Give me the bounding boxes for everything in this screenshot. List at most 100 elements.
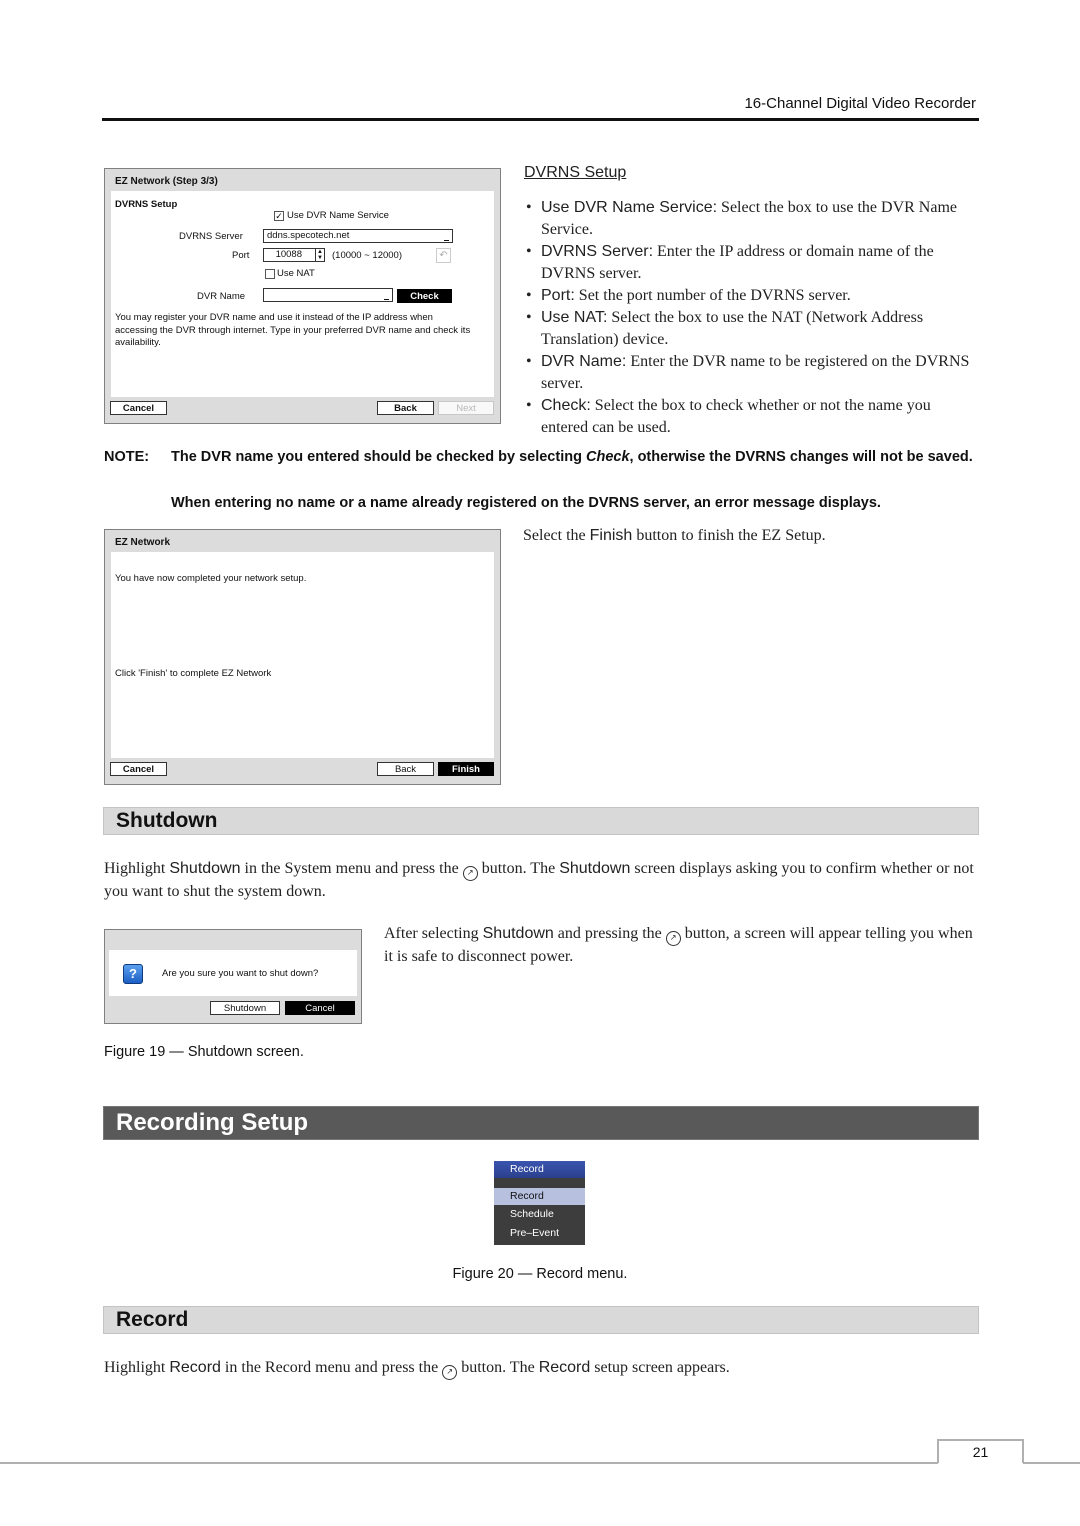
section-title: Record	[116, 1308, 189, 1331]
bullet-term: Use NAT:	[541, 309, 608, 326]
menu-item-label: Record	[510, 1190, 544, 1202]
note-text-1: The DVR name you entered should be check…	[171, 448, 981, 467]
text: button. The	[457, 1359, 539, 1376]
text: in the System menu and press the	[240, 860, 463, 877]
port-value: 10088	[275, 249, 302, 260]
menu-item-schedule[interactable]: Schedule	[494, 1206, 585, 1223]
dvrns-bullet-list: • Use DVR Name Service: Select the box to…	[524, 197, 979, 439]
dvr-name-label: DVR Name	[197, 291, 246, 302]
record-paragraph: Highlight Record in the Record menu and …	[104, 1357, 980, 1380]
record-menu: Record Record Schedule Pre–Event	[494, 1161, 585, 1245]
next-button[interactable]: Next	[438, 401, 494, 415]
window-title: EZ Network	[115, 537, 171, 548]
chapter-title: Recording Setup	[116, 1109, 309, 1136]
menu-item-label: Pre–Event	[510, 1227, 560, 1239]
checkmark-icon: ✓	[275, 211, 283, 221]
figure-20-caption: Figure 20 — Record menu.	[452, 1266, 628, 1282]
menu-title-text: Record	[510, 1163, 544, 1175]
use-nat-checkbox[interactable]	[265, 269, 275, 279]
note-label: NOTE:	[104, 449, 150, 465]
text-cursor	[444, 240, 449, 241]
dvr-name-input[interactable]	[263, 288, 393, 302]
header-rule	[102, 118, 979, 121]
dvrns-setup-heading: DVRNS Setup	[524, 164, 627, 181]
dvrns-server-input[interactable]: ddns.specotech.net	[263, 229, 453, 243]
note-emphasis: Check	[585, 449, 630, 465]
port-input[interactable]: 10088	[263, 248, 316, 262]
window-body: You have now completed your network setu…	[111, 552, 494, 758]
use-dvrns-checkbox[interactable]: ✓	[274, 211, 284, 221]
bullet-term: DVR Name:	[541, 353, 627, 370]
window-body: DVRNS Setup ✓ Use DVR Name Service DVRNS…	[111, 191, 494, 397]
bullet-item: • Use NAT: Select the box to use the NAT …	[524, 307, 979, 351]
menu-item-pre-event[interactable]: Pre–Event	[494, 1225, 585, 1242]
bullet-icon: •	[526, 199, 532, 216]
term: Record	[169, 1359, 221, 1376]
note-text-2: When entering no name or a name already …	[171, 495, 881, 511]
port-spinner-icon[interactable]: ▲ ▼	[315, 248, 325, 262]
shutdown-dialog: ? Are you sure you want to shut down? Sh…	[104, 929, 362, 1024]
cancel-button[interactable]: Cancel	[285, 1001, 355, 1015]
text: button to finish the EZ Setup.	[632, 527, 826, 544]
record-menu-title: Record	[494, 1161, 585, 1178]
dialog-body: ? Are you sure you want to shut down?	[109, 950, 357, 996]
finish-button[interactable]: Finish	[438, 762, 494, 776]
question-icon: ?	[123, 964, 143, 984]
bullet-desc: Select the box to check whether or not t…	[541, 397, 931, 436]
info-text: You may register your DVR name and use i…	[115, 312, 471, 348]
bullet-icon: •	[526, 243, 532, 260]
bullet-term: Use DVR Name Service:	[541, 199, 718, 216]
enter-button-icon: ↗	[665, 931, 681, 946]
back-button[interactable]: Back	[377, 762, 434, 776]
ez-network-step3-window: EZ Network (Step 3/3) DVRNS Setup ✓ Use …	[104, 168, 501, 424]
recording-setup-heading: Recording Setup	[103, 1106, 979, 1140]
bullet-item: • DVR Name: Enter the DVR name to be regi…	[524, 351, 979, 395]
footer-line-right	[1023, 1462, 1080, 1464]
shutdown-paragraph-2: After selecting Shutdown and pressing th…	[384, 923, 980, 968]
shutdown-paragraph-1: Highlight Shutdown in the System menu an…	[104, 858, 980, 903]
bullet-icon: •	[526, 397, 532, 414]
shutdown-section-heading: Shutdown	[103, 807, 979, 835]
text: in the Record menu and press the	[220, 1359, 443, 1376]
record-section-heading: Record	[103, 1306, 979, 1334]
text: Highlight	[104, 860, 170, 877]
dvrns-server-value: ddns.specotech.net	[267, 230, 350, 241]
use-dvrns-label: Use DVR Name Service	[287, 210, 389, 221]
finish-instruction: Click 'Finish' to complete EZ Network	[115, 668, 272, 679]
bullet-term: DVRNS Server:	[541, 243, 654, 260]
bullet-term: Check:	[541, 397, 591, 414]
term: Shutdown	[482, 925, 554, 942]
menu-item-record[interactable]: Record	[494, 1188, 585, 1205]
bullet-term: Port:	[541, 287, 575, 304]
bullet-icon: •	[526, 353, 532, 370]
dvrns-server-label: DVRNS Server	[179, 231, 243, 242]
section-title: Shutdown	[116, 809, 218, 832]
menu-item-label: Schedule	[510, 1208, 554, 1220]
section-label: DVRNS Setup	[115, 199, 178, 210]
check-button[interactable]: Check	[397, 289, 452, 303]
bullet-item: • Check: Select the box to check whether …	[524, 395, 979, 439]
footer-line-left	[0, 1462, 938, 1464]
text: setup screen appears.	[590, 1359, 730, 1376]
text-cursor	[384, 299, 389, 300]
term: Record	[538, 1359, 591, 1376]
back-button[interactable]: Back	[377, 401, 434, 415]
bullet-item: • Use DVR Name Service: Select the box to…	[524, 197, 979, 241]
ez-network-finish-window: EZ Network You have now completed your n…	[104, 529, 501, 785]
term: Shutdown	[169, 860, 241, 877]
term: Shutdown	[559, 860, 631, 877]
bullet-item: • DVRNS Server: Enter the IP address or d…	[524, 241, 979, 285]
reset-undo-icon[interactable]: ↶	[436, 248, 451, 263]
figure-19-caption: Figure 19 — Shutdown screen.	[104, 1044, 304, 1060]
dialog-question: Are you sure you want to shut down?	[162, 968, 319, 979]
note-text: The DVR name you entered should be check…	[171, 449, 586, 465]
cancel-button[interactable]: Cancel	[110, 762, 167, 776]
cancel-button[interactable]: Cancel	[110, 401, 167, 415]
completion-message: You have now completed your network setu…	[115, 573, 307, 584]
shutdown-button[interactable]: Shutdown	[210, 1001, 280, 1015]
text: and pressing the	[553, 925, 666, 942]
use-nat-label: Use NAT	[277, 268, 315, 279]
bullet-item: • Port: Set the port number of the DVRNS …	[524, 285, 979, 307]
text: After selecting	[384, 925, 483, 942]
bullet-icon: •	[526, 309, 532, 326]
